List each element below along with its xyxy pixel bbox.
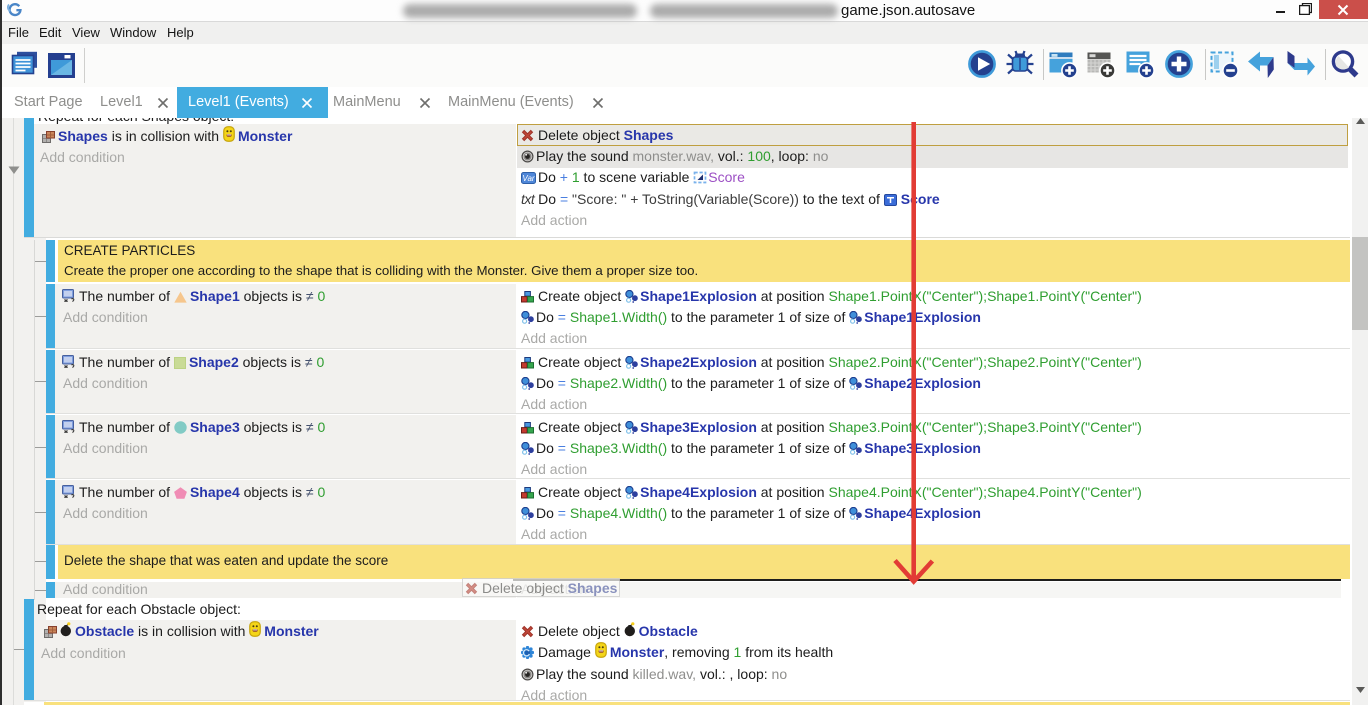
svg-text:Var: Var <box>522 174 534 183</box>
